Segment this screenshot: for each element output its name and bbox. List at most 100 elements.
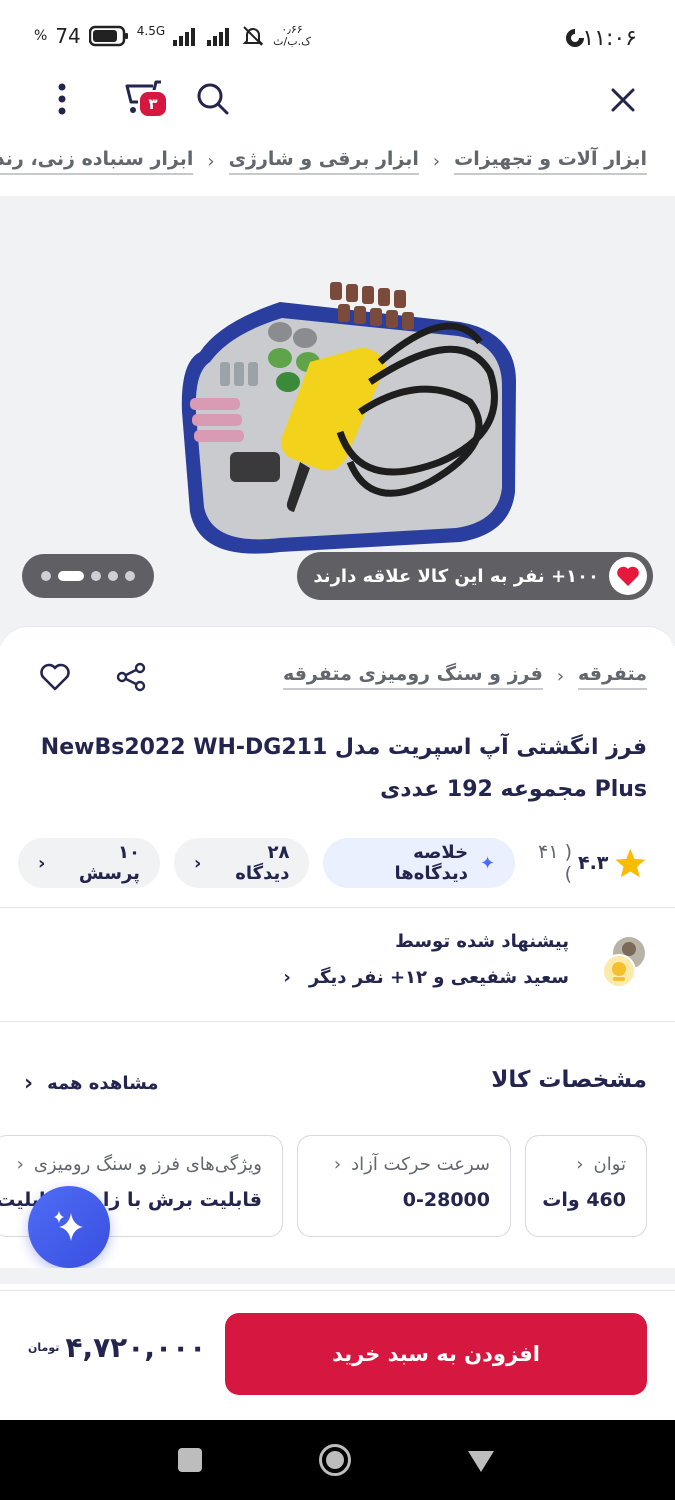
spec-card-power[interactable]: توان ‹ 460 وات [525,1135,647,1237]
sparkle-icon [54,1211,83,1241]
battery-unit: % [34,28,48,44]
spec-key: سرعت حرکت آزاد [351,1154,490,1175]
status-icons: % 74 4.5G ۰٫۶۶ ک.ب/ث [34,24,311,49]
divider [0,1021,675,1022]
network-type: 4.5G [136,24,166,38]
category-link-grinder[interactable]: فرز و سنگ رومیزی متفرقه [282,663,543,690]
price-currency: تومان [28,1341,60,1354]
favorite-button[interactable] [30,657,80,697]
chevron-left-icon: ‹ [38,852,46,874]
chevron-left-icon: ‹ [207,151,215,172]
gallery-pager [22,554,154,598]
chevron-left-icon: ‹ [333,1154,342,1175]
cart-badge: ۳ [138,90,168,118]
more-icon [58,83,66,115]
battery-level: 74 [55,24,81,48]
breadcrumb-item-power-tools[interactable]: ابزار برقی و شارژی [228,148,419,175]
chevron-left-icon: ‹ [16,1154,24,1175]
recommended-label: پیشنهاد شده توسط [395,931,569,952]
likes-badge: ۱۰۰+ نفر به این کالا علاقه دارند [297,552,653,600]
product-gallery[interactable]: ۱۰۰+ نفر به این کالا علاقه دارند [0,196,675,646]
specs-header: مشخصات کالا مشاهده همه ‹ [24,1067,647,1107]
home-button[interactable] [318,1443,352,1477]
pager-dot [108,571,118,581]
price-amount: ۴,۷۲۰,۰۰۰ [65,1331,207,1364]
questions-label: ۱۰ پرسش [78,842,140,884]
breadcrumb-item-tools[interactable]: ابزار آلات و تجهیزات [454,148,647,175]
likes-text: ۱۰۰+ نفر به این کالا علاقه دارند [313,565,599,587]
search-button[interactable] [188,74,238,124]
recommended-users: سعید شفیعی و ۱۲+ نفر دیگر ‹ [283,967,569,988]
back-button[interactable] [466,1448,496,1474]
avatar-stack [601,935,647,991]
system-nav-bar [0,1420,675,1500]
see-all-button[interactable]: مشاهده همه ‹ [24,1071,159,1096]
more-button[interactable] [44,74,80,124]
category-breadcrumb: متفرقه ‹ فرز و سنگ رومیزی متفرقه [282,663,647,690]
rating-count: ( ۴۱ ) [538,841,572,885]
pager-dot [41,571,51,581]
section-separator [0,1268,675,1284]
spec-card-speed[interactable]: سرعت حرکت آزاد ‹ 0-28000 [297,1135,511,1237]
product-meta-chips: ۴.۳ ( ۴۱ ) ✦ خلاصه دیدگاه‌ها ۲۸ دیدگاه ‹… [18,837,647,889]
chevron-left-icon: ‹ [432,151,441,172]
purchase-bar: افزودن به سبد خرید ۴,۷۲۰,۰۰۰ تومان [0,1290,675,1420]
chevron-left-icon: ‹ [283,967,291,988]
recommended-by[interactable]: پیشنهاد شده توسط سعید شفیعی و ۱۲+ نفر دی… [27,927,647,1007]
signal-icon-2 [207,28,230,46]
battery-icon [88,25,128,47]
product-title: فرز انگشتی آپ اسپریت مدل NewBs2022 WH-DG… [40,735,647,802]
product-card: متفرقه ‹ فرز و سنگ رومیزی متفرقه فرز انگ… [0,626,675,1266]
close-icon [611,88,635,112]
back-icon [468,1451,494,1472]
breadcrumb-item-sanding[interactable]: ابزار سنباده زنی، رنده و پولیش [0,148,194,175]
home-icon [319,1444,351,1476]
search-icon [197,83,229,115]
chevron-left-icon: ‹ [193,852,202,874]
chevron-left-icon: ‹ [556,666,565,687]
pager-dot-active [58,571,84,581]
pager-dot [125,571,135,581]
questions-chip[interactable]: ۱۰ پرسش ‹ [18,838,160,888]
specs-heading: مشخصات کالا [491,1067,647,1093]
add-to-cart-button[interactable]: افزودن به سبد خرید [225,1313,647,1395]
review-summary-label: خلاصه دیدگاه‌ها [394,842,469,884]
reviews-chip[interactable]: ۲۸ دیدگاه ‹ [173,838,310,888]
recent-apps-button[interactable] [178,1448,202,1472]
clock: ۱۱:۰۶ [582,26,637,51]
recommended-users-text: سعید شفیعی و ۱۲+ نفر دیگر [308,967,569,988]
spec-key: توان [593,1154,626,1175]
spec-value: 0-28000 [402,1189,490,1211]
top-bar: ۳ [0,70,675,130]
sparkle-icon: ✦ [480,852,496,874]
review-summary-chip[interactable]: ✦ خلاصه دیدگاه‌ها [323,838,516,888]
reviews-label: ۲۸ دیدگاه [235,842,290,884]
close-button[interactable] [599,76,647,124]
app-notification-icon [566,29,584,47]
status-bar: ۱۱:۰۶ % 74 4.5G ۰٫۶۶ ک.ب/ث [0,0,675,70]
category-link-misc[interactable]: متفرقه [578,663,647,690]
chevron-left-icon: ‹ [576,1154,584,1175]
heart-icon [609,557,647,595]
breadcrumb: ابزار آلات و تجهیزات ‹ ابزار برقی و شارژ… [0,140,675,186]
ai-assistant-button[interactable] [28,1186,110,1268]
share-button[interactable] [106,657,156,697]
speed-indicator: ۰٫۶۶ ک.ب/ث [273,24,311,48]
pager-dot [91,571,101,581]
chevron-left-icon: ‹ [24,1071,34,1096]
divider [0,907,675,908]
product-image [181,282,516,554]
star-icon [615,848,646,878]
heart-outline-icon [40,663,70,691]
signal-icon [173,28,196,46]
spec-key: ویژگی‌های فرز و سنگ رومیزی [33,1154,262,1175]
see-all-label: مشاهده همه [47,1073,159,1094]
spec-value: 460 وات [542,1189,626,1211]
speed-unit: ک.ب/ث [273,35,311,48]
mute-icon [242,26,264,46]
rating[interactable]: ۴.۳ ( ۴۱ ) [529,841,647,885]
share-icon [116,662,146,692]
cart-button[interactable]: ۳ [112,72,174,122]
price: ۴,۷۲۰,۰۰۰ تومان [28,1331,206,1364]
avatar [602,937,645,988]
